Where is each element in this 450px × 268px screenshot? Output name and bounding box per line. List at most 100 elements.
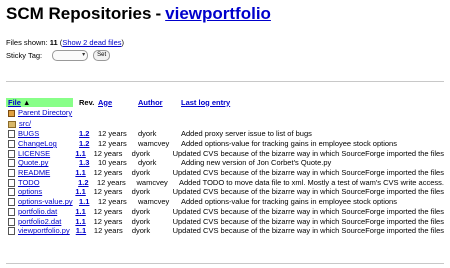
sort-by-author-link[interactable]: Author bbox=[138, 98, 163, 107]
file-icon bbox=[8, 149, 15, 158]
file-listing: File ▲ Rev. Age Author Last log entry Pa… bbox=[6, 97, 444, 236]
age-cell: 12 years bbox=[93, 216, 123, 226]
chevron-down-icon: ▾ bbox=[82, 52, 86, 58]
file-link[interactable]: LICENSE bbox=[18, 149, 50, 158]
table-row: options 1.1 12 years dyork Updated CVS becau… bbox=[6, 187, 444, 197]
log-cell: Updated CVS because of the bizarre way i… bbox=[172, 216, 444, 226]
table-row: TODO 1.2 12 years wamcvey Added TODO to move… bbox=[6, 177, 444, 187]
author-cell: wamcvey bbox=[136, 177, 168, 187]
log-cell: Updated CVS because of the bizarre way i… bbox=[172, 226, 444, 236]
author-cell: wamcvey bbox=[138, 197, 170, 207]
page-title: SCM Repositories - viewportfolio bbox=[6, 4, 271, 24]
file-link[interactable]: README bbox=[18, 168, 50, 177]
file-icon bbox=[8, 159, 15, 168]
table-row: options-value.py 1.1 12 years wamcvey Added … bbox=[6, 197, 444, 207]
author-cell: wamcvey bbox=[138, 139, 170, 149]
revision-link[interactable]: 1.1 bbox=[79, 197, 89, 206]
age-cell: 12 years bbox=[93, 148, 123, 158]
col-author[interactable]: Author bbox=[138, 98, 175, 107]
file-icon bbox=[8, 188, 15, 197]
table-row: portfolio.dat 1.1 12 years dyork Updated CVS… bbox=[6, 207, 444, 217]
table-row: LICENSE 1.1 12 years dyork Updated CVS becau… bbox=[6, 148, 444, 158]
project-link[interactable]: viewportfolio bbox=[165, 4, 271, 23]
file-link[interactable]: BUGS bbox=[18, 129, 39, 138]
sticky-tag-select[interactable]: ▾ bbox=[52, 50, 89, 61]
table-row: ChangeLog 1.2 12 years wamcvey Added options… bbox=[6, 139, 444, 149]
parent-directory-link[interactable]: Parent Directory bbox=[18, 108, 72, 117]
rev-cell: 1.1 bbox=[76, 226, 88, 235]
log-cell: Added proxy server issue to list of bugs bbox=[181, 129, 312, 139]
age-cell: 12 years bbox=[98, 129, 127, 139]
log-cell: Updated CVS because of the bizarre way i… bbox=[172, 206, 444, 216]
sort-by-file-link[interactable]: File bbox=[8, 98, 21, 107]
rev-cell: 1.1 bbox=[75, 217, 87, 226]
directory-row[interactable]: src/ bbox=[6, 118, 444, 129]
file-link[interactable]: options-value.py bbox=[18, 197, 73, 206]
file-cell: LICENSE bbox=[6, 149, 69, 158]
col-age[interactable]: Age bbox=[98, 98, 133, 107]
log-cell: Updated CVS because of the bizarre way i… bbox=[172, 148, 444, 158]
show-dead-files-link[interactable]: Show 2 dead files bbox=[62, 38, 121, 47]
set-button[interactable]: Set bbox=[93, 50, 111, 61]
author-cell: dyork bbox=[138, 158, 157, 168]
file-icon bbox=[8, 207, 15, 216]
file-cell: viewportfolio.py bbox=[6, 226, 70, 236]
revision-link[interactable]: 1.2 bbox=[78, 178, 88, 187]
rev-cell: 1.1 bbox=[75, 187, 87, 196]
file-icon bbox=[8, 198, 15, 207]
directory-link[interactable]: src/ bbox=[19, 119, 31, 128]
file-cell: README bbox=[6, 168, 69, 178]
file-cell: portfolio.dat bbox=[6, 207, 69, 216]
file-link[interactable]: options bbox=[18, 187, 42, 196]
revision-link[interactable]: 1.1 bbox=[75, 168, 85, 177]
file-link[interactable]: portfolio.dat bbox=[18, 207, 57, 216]
revision-link[interactable]: 1.1 bbox=[75, 187, 85, 196]
rev-cell: 1.1 bbox=[75, 149, 87, 158]
rev-cell: 1.2 bbox=[78, 178, 91, 187]
revision-link[interactable]: 1.3 bbox=[79, 158, 89, 167]
file-icon bbox=[8, 178, 15, 187]
file-link[interactable]: viewportfolio.py bbox=[18, 226, 70, 235]
col-log[interactable]: Last log entry bbox=[181, 98, 230, 107]
revision-link[interactable]: 1.1 bbox=[75, 149, 85, 158]
file-link[interactable]: portfolio2.dat bbox=[18, 217, 61, 226]
table-row: BUGS 1.2 12 years dyork Added proxy server i… bbox=[6, 129, 444, 139]
age-cell: 10 years bbox=[98, 158, 127, 168]
revision-link[interactable]: 1.1 bbox=[75, 217, 85, 226]
files-shown-label: Files shown: bbox=[6, 38, 48, 47]
sort-up-icon: ▲ bbox=[23, 97, 31, 107]
file-icon bbox=[8, 227, 15, 236]
table-row: Quote.py 1.3 10 years dyork Adding new versi… bbox=[6, 158, 444, 168]
revision-link[interactable]: 1.2 bbox=[79, 129, 89, 138]
log-cell: Added options-value for tracking gains i… bbox=[181, 139, 397, 149]
title-dash: - bbox=[155, 4, 162, 23]
revision-link[interactable]: 1.2 bbox=[79, 139, 89, 148]
age-cell: 12 years bbox=[96, 177, 126, 187]
sort-by-age-link[interactable]: Age bbox=[98, 98, 112, 107]
age-cell: 12 years bbox=[93, 168, 123, 178]
sort-by-log-link[interactable]: Last log entry bbox=[181, 98, 230, 107]
divider-top bbox=[6, 81, 444, 82]
file-icon bbox=[8, 130, 15, 139]
file-icon bbox=[8, 169, 15, 178]
title-prefix: SCM Repositories bbox=[6, 4, 152, 23]
divider-bottom bbox=[6, 263, 444, 264]
file-link[interactable]: Quote.py bbox=[18, 158, 48, 167]
file-cell: options bbox=[6, 187, 69, 197]
revision-link[interactable]: 1.1 bbox=[76, 226, 86, 235]
revision-link[interactable]: 1.1 bbox=[75, 207, 85, 216]
file-cell: Quote.py bbox=[6, 158, 73, 168]
parent-directory-row[interactable]: Parent Directory bbox=[6, 107, 444, 118]
table-row: README 1.1 12 years dyork Updated CVS becaus… bbox=[6, 168, 444, 178]
file-cell: portfolio2.dat bbox=[6, 217, 69, 226]
rev-cell: 1.1 bbox=[75, 168, 87, 177]
author-cell: dyork bbox=[131, 187, 150, 197]
author-cell: dyork bbox=[131, 216, 150, 226]
folder-icon bbox=[8, 120, 16, 128]
file-link[interactable]: ChangeLog bbox=[18, 139, 57, 148]
table-row: portfolio2.dat 1.1 12 years dyork Updated CV… bbox=[6, 216, 444, 226]
col-file[interactable]: File ▲ bbox=[6, 97, 73, 107]
rev-cell: 1.3 bbox=[79, 158, 92, 167]
file-link[interactable]: TODO bbox=[18, 178, 40, 187]
sticky-tag-label: Sticky Tag: bbox=[6, 51, 43, 60]
